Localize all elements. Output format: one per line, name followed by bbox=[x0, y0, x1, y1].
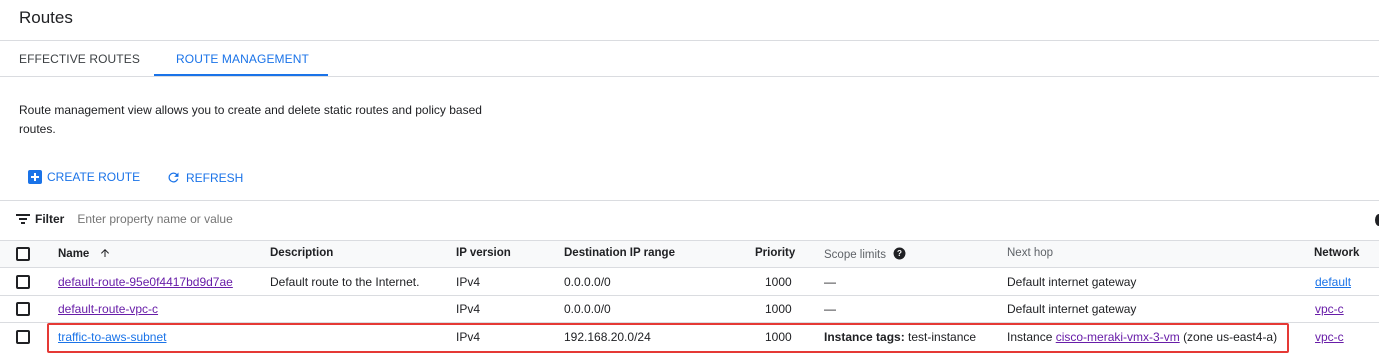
table-row-next-hop: Default internet gateway bbox=[1007, 275, 1137, 289]
page-description: Route management view allows you to crea… bbox=[19, 103, 482, 136]
refresh-label: REFRESH bbox=[186, 170, 244, 185]
sort-ascending-icon bbox=[100, 249, 109, 257]
table-row-dest-range: 0.0.0.0/0 bbox=[564, 275, 611, 289]
network-link[interactable]: vpc-c bbox=[1315, 330, 1344, 344]
column-header-name[interactable]: Name bbox=[58, 247, 111, 260]
svg-text:?: ? bbox=[897, 249, 902, 258]
divider bbox=[0, 76, 1379, 77]
table-row-dest-range: 0.0.0.0/0 bbox=[564, 302, 611, 316]
divider bbox=[0, 40, 1379, 41]
filter-label: Filter bbox=[35, 212, 65, 226]
column-header-scope-limits: Scope limits ? bbox=[824, 247, 906, 261]
help-icon[interactable]: ? bbox=[893, 247, 906, 260]
tab-route-management[interactable]: ROUTE MANAGEMENT bbox=[176, 52, 309, 66]
refresh-button[interactable]: REFRESH bbox=[166, 170, 243, 185]
table-row-network: vpc-c bbox=[1315, 302, 1344, 316]
tab-effective-routes[interactable]: EFFECTIVE ROUTES bbox=[19, 52, 140, 66]
table-header bbox=[0, 240, 1379, 268]
network-link[interactable]: vpc-c bbox=[1315, 302, 1344, 316]
highlight-box bbox=[47, 323, 1289, 353]
create-route-label: CREATE ROUTE bbox=[47, 170, 141, 184]
column-header-description: Description bbox=[270, 247, 334, 259]
filter-icon bbox=[16, 214, 30, 224]
column-header-ip-version: IP version bbox=[456, 247, 511, 259]
column-header-network: Network bbox=[1314, 247, 1360, 259]
create-route-button[interactable]: CREATE ROUTE bbox=[28, 170, 140, 184]
network-link[interactable]: default bbox=[1315, 275, 1351, 289]
column-header-destination-range: Destination IP range bbox=[564, 247, 675, 259]
table-row-next-hop: Default internet gateway bbox=[1007, 302, 1137, 316]
refresh-icon bbox=[168, 172, 179, 183]
page-title: Routes bbox=[19, 8, 73, 27]
divider bbox=[0, 200, 1379, 201]
table-row-name: default-route-95e0f4417bd9d7ae bbox=[58, 275, 233, 289]
more-options-icon[interactable] bbox=[1375, 214, 1379, 226]
route-name-link[interactable]: default-route-vpc-c bbox=[58, 302, 158, 316]
column-header-next-hop: Next hop bbox=[1007, 247, 1054, 259]
table-row-scope: — bbox=[824, 302, 836, 316]
table-row-scope: — bbox=[824, 275, 836, 289]
filter-bar: Filter bbox=[16, 212, 378, 226]
table-row-network: vpc-c bbox=[1315, 330, 1344, 344]
row-checkbox[interactable] bbox=[16, 330, 30, 344]
table-row-ip-version: IPv4 bbox=[456, 302, 481, 316]
row-checkbox[interactable] bbox=[16, 302, 30, 316]
divider bbox=[0, 295, 1379, 296]
select-all-checkbox[interactable] bbox=[16, 247, 30, 261]
column-header-priority: Priority bbox=[755, 247, 796, 259]
table-row-priority: 1000 bbox=[765, 275, 792, 289]
table-row-priority: 1000 bbox=[765, 302, 792, 316]
table-row-network: default bbox=[1315, 275, 1351, 289]
table-row-description: Default route to the Internet. bbox=[270, 275, 420, 289]
route-name-link[interactable]: default-route-95e0f4417bd9d7ae bbox=[58, 275, 233, 289]
add-box-icon bbox=[28, 170, 42, 184]
filter-input[interactable] bbox=[77, 212, 378, 226]
row-checkbox[interactable] bbox=[16, 275, 30, 289]
table-row-name: default-route-vpc-c bbox=[58, 302, 158, 316]
table-row-ip-version: IPv4 bbox=[456, 275, 481, 289]
